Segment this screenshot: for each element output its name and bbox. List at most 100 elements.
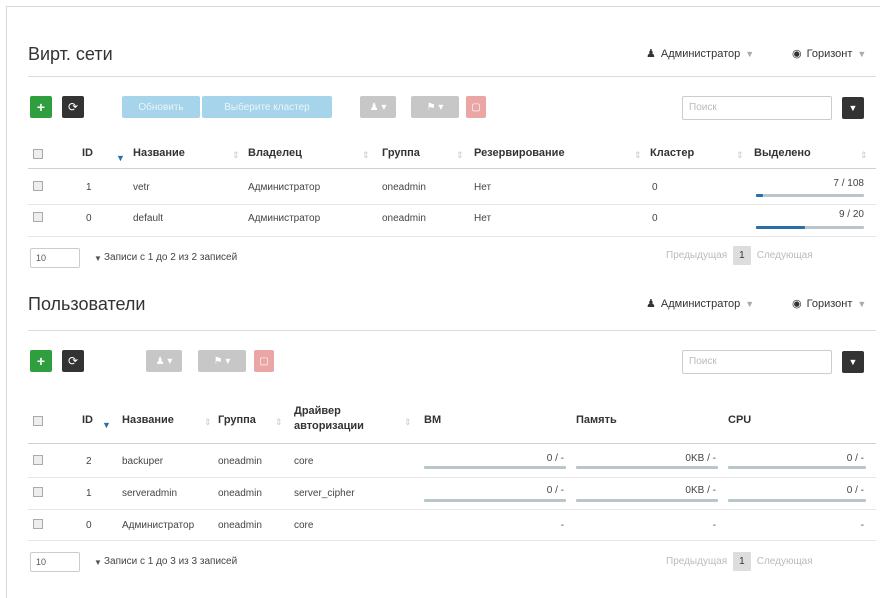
- col-name[interactable]: Название: [122, 414, 174, 426]
- sort-icon: ⇕: [736, 150, 744, 160]
- memory-quota-label: 0KB / -: [685, 485, 716, 496]
- users-user-menu[interactable]: ♟ Администратор ▼: [646, 297, 755, 311]
- users-search-input[interactable]: Поиск: [682, 350, 832, 374]
- cell-auth: core: [294, 456, 314, 467]
- allocated-bar-fill: [756, 194, 763, 197]
- cell-id: 2: [86, 456, 92, 467]
- change-owner-button[interactable]: ♟ ▾: [360, 96, 396, 118]
- memory-quota-bar: [576, 466, 718, 469]
- vnets-user-menu[interactable]: ♟ Администратор ▼: [646, 47, 755, 61]
- table-row-divider: [28, 236, 876, 237]
- chevron-down-icon: ▼: [94, 557, 102, 567]
- change-group-button[interactable]: ♟ ▾: [146, 350, 182, 372]
- col-id[interactable]: ID: [82, 414, 93, 426]
- labels-button[interactable]: ⚑ ▾: [411, 96, 459, 118]
- col-auth-driver[interactable]: Драйвер авторизации: [294, 404, 364, 434]
- user-menu-label: Администратор: [660, 297, 741, 310]
- records-info: Записи с 1 до 3 из 3 записей: [104, 556, 238, 567]
- select-all-checkbox[interactable]: [33, 149, 43, 159]
- col-memory[interactable]: Память: [576, 414, 617, 426]
- chevron-down-icon: ▼: [848, 103, 858, 113]
- vnets-zone-menu[interactable]: ◉ Горизонт ▼: [792, 47, 866, 61]
- prev-page-button[interactable]: Предыдущая: [666, 556, 727, 567]
- user-icon: ♟: [646, 298, 656, 310]
- reload-button[interactable]: ⟳: [62, 96, 84, 118]
- cpu-quota-label: 0 / -: [846, 485, 864, 496]
- cell-group: oneadmin: [382, 213, 426, 224]
- pagination: Предыдущая 1 Следующая: [666, 552, 813, 571]
- col-group[interactable]: Группа: [218, 414, 256, 426]
- next-page-button[interactable]: Следующая: [757, 250, 813, 261]
- search-options-button[interactable]: ▼: [842, 97, 864, 119]
- delete-button[interactable]: ▢: [466, 96, 486, 118]
- cell-auth: core: [294, 520, 314, 531]
- col-name[interactable]: Название: [133, 147, 185, 159]
- vm-quota-bar: [424, 466, 566, 469]
- user-dropdown-icon: ♟ ▾: [155, 355, 173, 367]
- col-vm[interactable]: ВМ: [424, 414, 441, 426]
- table-header-divider: [28, 168, 876, 169]
- refresh-icon: ⟳: [67, 100, 79, 114]
- row-checkbox[interactable]: [33, 519, 43, 529]
- cell-id: 0: [86, 520, 92, 531]
- table-row-divider: [28, 540, 876, 541]
- col-id[interactable]: ID: [82, 147, 93, 159]
- next-page-button[interactable]: Следующая: [757, 556, 813, 567]
- cpu-quota-bar: [728, 466, 866, 469]
- cpu-quota-bar: [728, 499, 866, 502]
- vnets-search-input[interactable]: Поиск: [682, 96, 832, 120]
- select-cluster-button[interactable]: Выберите кластер: [202, 96, 332, 118]
- row-checkbox[interactable]: [33, 455, 43, 465]
- page-1-button[interactable]: 1: [733, 552, 751, 571]
- vnets-header-divider: [28, 76, 876, 77]
- sort-icon: ⇕: [456, 150, 464, 160]
- cell-id: 1: [86, 182, 92, 193]
- col-owner[interactable]: Владелец: [248, 147, 302, 159]
- cell-cluster: 0: [652, 182, 658, 193]
- sort-icon: ⇕: [634, 150, 642, 160]
- cell-id: 0: [86, 213, 92, 224]
- col-reservation[interactable]: Резервирование: [474, 147, 565, 159]
- cell-name: backuper: [122, 456, 164, 467]
- create-user-button[interactable]: +: [30, 350, 52, 372]
- memory-quota-label: 0KB / -: [685, 453, 716, 464]
- users-header-divider: [28, 330, 876, 331]
- select-all-checkbox[interactable]: [33, 416, 43, 426]
- page-1-button[interactable]: 1: [733, 246, 751, 265]
- search-options-button[interactable]: ▼: [842, 351, 864, 373]
- vm-quota-label: 0 / -: [546, 485, 564, 496]
- chevron-down-icon: ▼: [848, 357, 858, 367]
- page-size-select[interactable]: 10 ▼: [30, 552, 102, 572]
- col-group[interactable]: Группа: [382, 147, 420, 159]
- table-row-divider: [28, 509, 876, 510]
- allocated-label: 7 / 108: [833, 178, 864, 189]
- row-checkbox[interactable]: [33, 212, 43, 222]
- pagination: Предыдущая 1 Следующая: [666, 246, 813, 265]
- prev-page-button[interactable]: Предыдущая: [666, 250, 727, 261]
- allocated-bar-fill: [756, 226, 805, 229]
- users-title: Пользователи: [28, 294, 146, 314]
- cpu-quota-label: -: [860, 520, 864, 531]
- reload-button[interactable]: ⟳: [62, 350, 84, 372]
- users-zone-menu[interactable]: ◉ Горизонт ▼: [792, 297, 866, 311]
- trash-icon: ▢: [259, 355, 269, 367]
- plus-icon: +: [36, 99, 46, 115]
- cell-reservation: Нет: [474, 213, 492, 224]
- zone-menu-label: Горизонт: [806, 297, 853, 310]
- labels-button[interactable]: ⚑ ▾: [198, 350, 246, 372]
- delete-button[interactable]: ▢: [254, 350, 274, 372]
- col-cpu[interactable]: CPU: [728, 414, 751, 426]
- page-size-select[interactable]: 10 ▼: [30, 248, 102, 268]
- user-menu-label: Администратор: [660, 47, 741, 60]
- row-checkbox[interactable]: [33, 181, 43, 191]
- chevron-down-icon: ▼: [745, 48, 755, 59]
- create-vnet-button[interactable]: +: [30, 96, 52, 118]
- refresh-icon: ⟳: [67, 354, 79, 368]
- page-size-value: 10: [36, 557, 47, 567]
- update-button[interactable]: Обновить: [122, 96, 200, 118]
- chevron-down-icon: ▼: [745, 298, 755, 309]
- col-cluster[interactable]: Кластер: [650, 147, 694, 159]
- row-checkbox[interactable]: [33, 487, 43, 497]
- col-allocated[interactable]: Выделено: [754, 147, 811, 159]
- col-auth-line1: Драйвер: [294, 405, 341, 417]
